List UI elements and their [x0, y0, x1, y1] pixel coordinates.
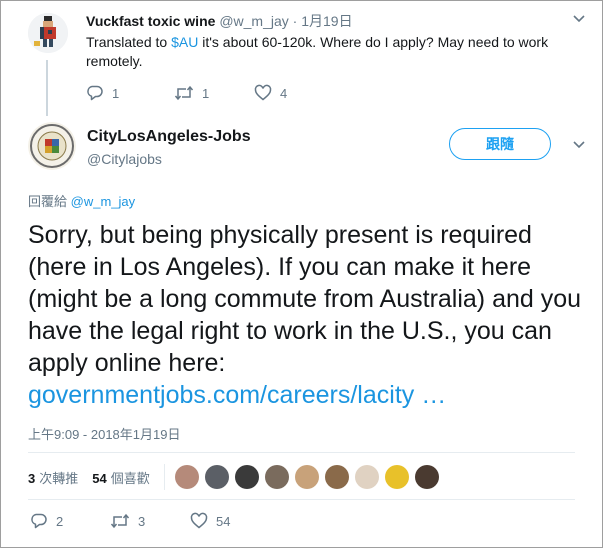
retweet-stat-count: 3 [28, 470, 36, 486]
liker-avatar[interactable] [354, 465, 379, 489]
tweet-date[interactable]: 1月19日 [301, 13, 352, 29]
author-name[interactable]: Vuckfast toxic wine [86, 13, 215, 29]
liker-avatars [174, 465, 445, 489]
retweet-stat-label: 次轉推 [39, 470, 79, 486]
stats-divider [163, 464, 165, 490]
reply-button[interactable]: 1 [86, 84, 174, 102]
retweet-count: 3 [138, 513, 146, 529]
reply-count: 2 [56, 513, 64, 529]
heart-icon [190, 512, 208, 529]
liker-avatar[interactable] [204, 465, 229, 489]
retweet-icon [174, 85, 194, 101]
tweet-menu-button[interactable] [571, 10, 587, 31]
reply-icon [87, 85, 103, 101]
like-stat-label: 個喜歡 [110, 470, 150, 486]
like-stat-count: 54 [92, 470, 107, 486]
tweet-stats: 3 次轉推 54 個喜歡 [28, 464, 445, 490]
city-seal-avatar[interactable] [28, 122, 76, 170]
main-tweet-actions: 2 3 54 [30, 512, 230, 530]
main-tweet-text: Sorry, but being physically present is r… [28, 219, 593, 411]
liker-avatar[interactable] [234, 465, 259, 489]
reply-prefix: 回覆給 [28, 194, 68, 209]
parent-tweet-actions: 1 1 4 [86, 84, 287, 102]
like-button[interactable]: 4 [254, 84, 287, 102]
tweet-body: Sorry, but being physically present is r… [28, 221, 582, 377]
author-handle[interactable]: @Citylajobs [87, 151, 162, 167]
tweet-timestamp[interactable]: 上午9:09 - 2018年1月19日 [28, 424, 180, 443]
tweet-link[interactable]: governmentjobs.com/careers/lacity … [28, 381, 446, 409]
retweet-icon [110, 513, 130, 529]
liker-avatar[interactable] [384, 465, 409, 489]
like-stat[interactable]: 54 個喜歡 [92, 468, 149, 487]
avatar[interactable] [28, 13, 68, 53]
divider [28, 452, 575, 453]
retweet-button[interactable]: 1 [174, 84, 254, 102]
chevron-down-icon [573, 15, 585, 23]
chevron-down-icon [573, 141, 585, 149]
follow-button[interactable]: 跟隨 [449, 128, 551, 160]
like-button[interactable]: 54 [190, 512, 230, 530]
retweet-button[interactable]: 3 [110, 512, 190, 530]
retweet-stat[interactable]: 3 次轉推 [28, 468, 78, 487]
author-name[interactable]: CityLosAngeles-Jobs [87, 128, 251, 146]
retweet-count: 1 [202, 85, 210, 101]
heart-icon [254, 84, 272, 101]
reply-count: 1 [112, 85, 120, 101]
separator-dot: · [292, 13, 298, 29]
like-count: 4 [280, 85, 288, 101]
liker-avatar[interactable] [294, 465, 319, 489]
liker-avatar[interactable] [174, 465, 199, 489]
liker-avatar[interactable] [264, 465, 289, 489]
tweet-text-part: Translated to [86, 34, 172, 50]
like-count: 54 [216, 513, 231, 529]
thread-connector [46, 60, 48, 116]
liker-avatar[interactable] [414, 465, 439, 489]
cashtag-link[interactable]: $AU [171, 34, 198, 50]
parent-tweet-header: Vuckfast toxic wine @w_m_jay · 1月19日 [86, 11, 353, 31]
reply-icon [31, 513, 47, 529]
author-handle[interactable]: @w_m_jay [219, 13, 288, 29]
tweet-menu-button[interactable] [571, 136, 587, 157]
mention-link[interactable]: @w_m_jay [71, 194, 136, 209]
parent-tweet-text: Translated to $AU it's about 60-120k. Wh… [86, 33, 566, 71]
reply-button[interactable]: 2 [30, 512, 110, 530]
divider [28, 499, 575, 500]
replying-to: 回覆給 @w_m_jay [28, 191, 135, 210]
liker-avatar[interactable] [324, 465, 349, 489]
